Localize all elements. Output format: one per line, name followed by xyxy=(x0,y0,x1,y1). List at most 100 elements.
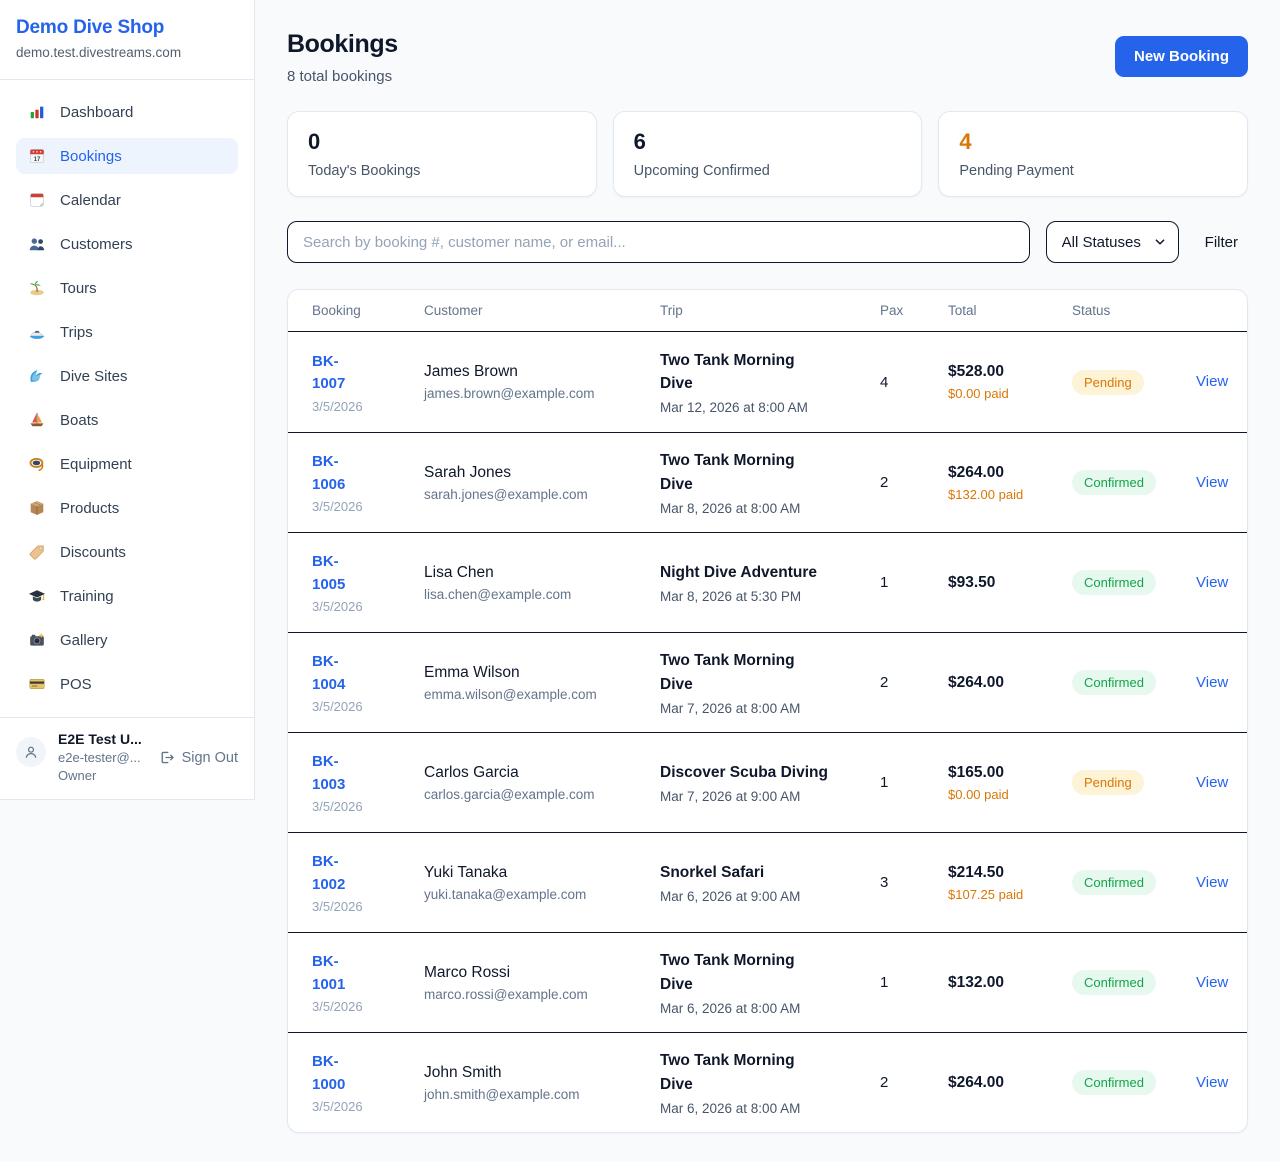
sidebar-item-label: Customers xyxy=(60,236,133,253)
column-header-status: Status xyxy=(1072,303,1196,318)
sidebar-item-customers[interactable]: Customers xyxy=(16,226,238,262)
trip-name: Two Tank Morning Dive xyxy=(660,449,830,496)
sidebar-item-label: Dive Sites xyxy=(60,368,128,385)
column-header-customer: Customer xyxy=(424,303,660,318)
sidebar-item-label: Discounts xyxy=(60,544,126,561)
sign-out-button[interactable]: Sign Out xyxy=(158,749,238,766)
new-booking-button[interactable]: New Booking xyxy=(1115,36,1248,77)
table-body: BK-1007 3/5/2026 James Brown james.brown… xyxy=(288,332,1247,1132)
sidebar: Demo Dive Shop demo.test.divestreams.com… xyxy=(0,0,255,800)
booking-id-link[interactable]: BK-1002 xyxy=(312,851,364,896)
column-header-total: Total xyxy=(948,303,1072,318)
gallery-icon xyxy=(28,631,46,649)
pax-count: 1 xyxy=(880,774,948,791)
user-block: E2E Test U... e2e-tester@... Owner Sign … xyxy=(0,717,254,799)
view-link[interactable]: View xyxy=(1196,574,1228,591)
booking-id-link[interactable]: BK-1004 xyxy=(312,651,364,696)
equipment-icon xyxy=(28,455,46,473)
total-amount: $264.00 xyxy=(948,674,1072,692)
booking-id-link[interactable]: BK-1003 xyxy=(312,751,364,796)
table-row: BK-1005 3/5/2026 Lisa Chen lisa.chen@exa… xyxy=(288,532,1247,632)
user-icon xyxy=(22,743,40,761)
table-row: BK-1003 3/5/2026 Carlos Garcia carlos.ga… xyxy=(288,732,1247,832)
stat-card: 4 Pending Payment xyxy=(938,111,1248,197)
customer-name: Marco Rossi xyxy=(424,964,660,982)
paid-amount: $0.00 paid xyxy=(948,787,1072,802)
sidebar-item-label: Equipment xyxy=(60,456,132,473)
booking-date: 3/5/2026 xyxy=(312,899,424,914)
status-badge: Confirmed xyxy=(1072,570,1156,595)
booking-id-link[interactable]: BK-1001 xyxy=(312,951,364,996)
sidebar-item-trips[interactable]: Trips xyxy=(16,314,238,350)
sidebar-item-bookings[interactable]: Bookings xyxy=(16,138,238,174)
sidebar-item-equipment[interactable]: Equipment xyxy=(16,446,238,482)
customer-name: Sarah Jones xyxy=(424,464,660,482)
booking-id-link[interactable]: BK-1000 xyxy=(312,1051,364,1096)
table-row: BK-1001 3/5/2026 Marco Rossi marco.rossi… xyxy=(288,932,1247,1032)
customer-name: James Brown xyxy=(424,363,660,381)
sidebar-item-label: Calendar xyxy=(60,192,121,209)
trip-name: Snorkel Safari xyxy=(660,861,830,884)
view-link[interactable]: View xyxy=(1196,874,1228,891)
brand-title: Demo Dive Shop xyxy=(16,17,238,39)
sidebar-item-training[interactable]: Training xyxy=(16,578,238,614)
status-badge: Pending xyxy=(1072,770,1144,795)
user-meta: E2E Test U... e2e-tester@... Owner xyxy=(58,731,142,783)
sidebar-item-boats[interactable]: Boats xyxy=(16,402,238,438)
view-link[interactable]: View xyxy=(1196,474,1228,491)
stat-value: 4 xyxy=(959,129,1227,155)
stat-label: Pending Payment xyxy=(959,163,1227,179)
dive-sites-icon xyxy=(28,367,46,385)
sign-out-label: Sign Out xyxy=(182,750,238,766)
customer-email: emma.wilson@example.com xyxy=(424,687,660,702)
calendar-icon xyxy=(28,191,46,209)
page-subtitle: 8 total bookings xyxy=(287,68,398,85)
tours-icon xyxy=(28,279,46,297)
sidebar-item-calendar[interactable]: Calendar xyxy=(16,182,238,218)
status-select[interactable]: All Statuses xyxy=(1046,221,1179,263)
stat-label: Upcoming Confirmed xyxy=(634,163,902,179)
paid-amount: $132.00 paid xyxy=(948,487,1072,502)
main-content: Bookings 8 total bookings New Booking 0 … xyxy=(255,0,1280,1133)
booking-id-link[interactable]: BK-1006 xyxy=(312,451,364,496)
trip-name: Two Tank Morning Dive xyxy=(660,349,830,396)
view-link[interactable]: View xyxy=(1196,774,1228,791)
sidebar-item-pos[interactable]: POS xyxy=(16,666,238,702)
trip-name: Two Tank Morning Dive xyxy=(660,649,830,696)
table-row: BK-1006 3/5/2026 Sarah Jones sarah.jones… xyxy=(288,432,1247,532)
booking-id-link[interactable]: BK-1007 xyxy=(312,351,364,396)
view-link[interactable]: View xyxy=(1196,373,1228,390)
booking-date: 3/5/2026 xyxy=(312,799,424,814)
view-link[interactable]: View xyxy=(1196,974,1228,991)
view-link[interactable]: View xyxy=(1196,1074,1228,1091)
sidebar-item-label: Dashboard xyxy=(60,104,133,121)
customer-name: Emma Wilson xyxy=(424,664,660,682)
sidebar-item-tours[interactable]: Tours xyxy=(16,270,238,306)
pax-count: 3 xyxy=(880,874,948,891)
stat-value: 0 xyxy=(308,129,576,155)
filter-button[interactable]: Filter xyxy=(1195,234,1248,251)
stat-label: Today's Bookings xyxy=(308,163,576,179)
discounts-icon xyxy=(28,543,46,561)
column-header-pax: Pax xyxy=(880,303,948,318)
total-amount: $93.50 xyxy=(948,574,1072,592)
sidebar-item-dashboard[interactable]: Dashboard xyxy=(16,94,238,130)
total-amount: $264.00 xyxy=(948,464,1072,482)
search-input[interactable] xyxy=(287,221,1030,263)
sidebar-item-dive-sites[interactable]: Dive Sites xyxy=(16,358,238,394)
brand-domain: demo.test.divestreams.com xyxy=(16,45,238,60)
products-icon xyxy=(28,499,46,517)
sidebar-item-products[interactable]: Products xyxy=(16,490,238,526)
trip-datetime: Mar 12, 2026 at 8:00 AM xyxy=(660,400,880,415)
view-link[interactable]: View xyxy=(1196,674,1228,691)
trips-icon xyxy=(28,323,46,341)
total-amount: $528.00 xyxy=(948,363,1072,381)
pax-count: 1 xyxy=(880,574,948,591)
sidebar-item-discounts[interactable]: Discounts xyxy=(16,534,238,570)
training-icon xyxy=(28,587,46,605)
sidebar-item-gallery[interactable]: Gallery xyxy=(16,622,238,658)
booking-id-link[interactable]: BK-1005 xyxy=(312,551,364,596)
table-row: BK-1004 3/5/2026 Emma Wilson emma.wilson… xyxy=(288,632,1247,732)
boats-icon xyxy=(28,411,46,429)
avatar xyxy=(16,737,46,767)
